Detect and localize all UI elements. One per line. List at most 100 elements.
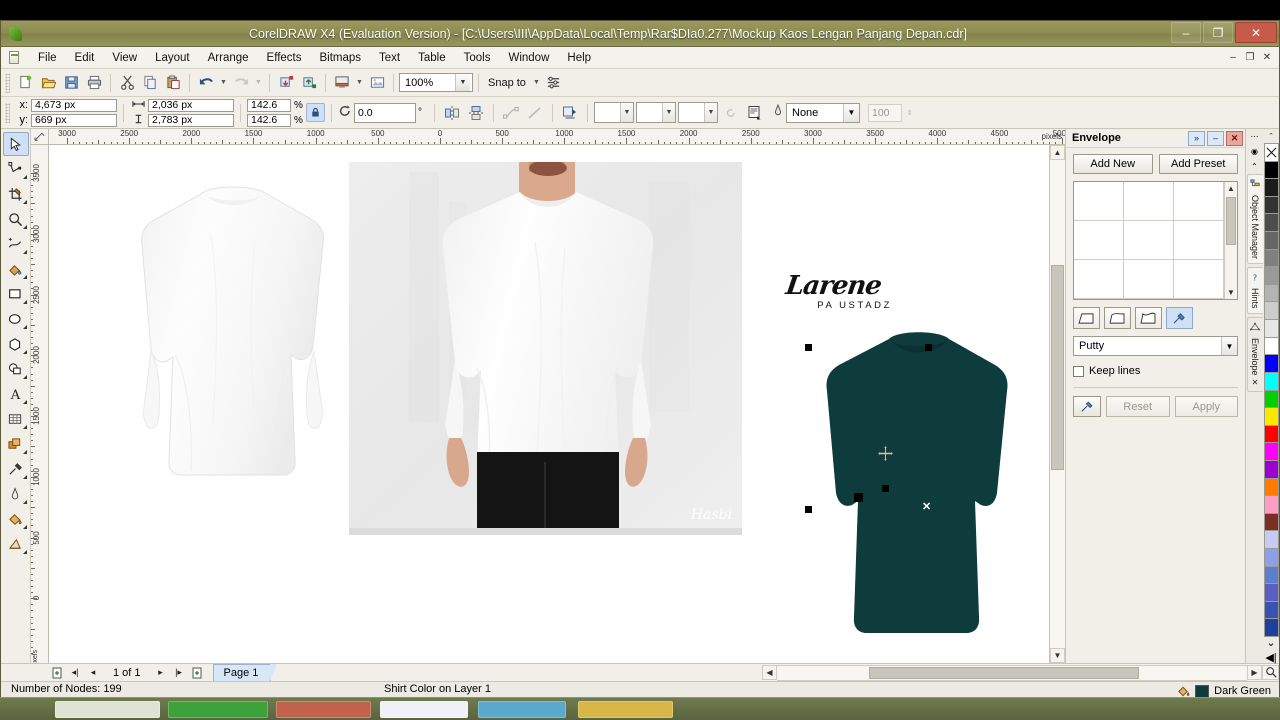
reset-button[interactable]: Reset (1106, 396, 1170, 417)
preset-cell[interactable] (1074, 221, 1124, 260)
pick-tool[interactable] (2, 132, 29, 156)
menu-tools[interactable]: Tools (455, 49, 500, 67)
corel-online-icon[interactable] (366, 72, 388, 94)
horizontal-scroll-track[interactable] (777, 664, 1247, 681)
options-icon[interactable] (543, 72, 565, 94)
envelope-preset-grid[interactable] (1074, 182, 1224, 299)
cut-icon[interactable] (116, 72, 138, 94)
menu-arrange[interactable]: Arrange (199, 49, 258, 67)
envelope-preset-list[interactable]: ▲ ▼ (1073, 181, 1238, 300)
palette-swatch[interactable] (1263, 213, 1279, 232)
palette-swatch[interactable] (1263, 477, 1279, 496)
palette-swatch[interactable] (1263, 231, 1279, 249)
palette-swatch[interactable] (1263, 301, 1279, 320)
outline-color-chevron-down-icon[interactable]: ▼ (620, 103, 633, 122)
width-field[interactable]: 2,036 px (148, 98, 234, 112)
palette-swatch[interactable] (1263, 530, 1279, 549)
rail-options-icon[interactable]: ⋯ (1247, 129, 1262, 144)
palette-scroll-up-icon[interactable]: ⌃ (1268, 129, 1274, 143)
blend-tool[interactable] (3, 432, 29, 456)
print-icon[interactable] (83, 72, 105, 94)
preset-cell[interactable] (1174, 221, 1224, 260)
smart-fill-tool[interactable] (3, 257, 29, 281)
rotation-field[interactable]: 0.0 (354, 102, 416, 123)
shirt-color-object[interactable] (807, 317, 1032, 647)
crop-tool[interactable] (3, 182, 29, 206)
keep-lines-checkbox[interactable] (1073, 365, 1084, 377)
doc-close-button[interactable]: ✕ (1259, 50, 1275, 66)
redo-icon[interactable] (230, 72, 252, 94)
duplicate-distance-icon[interactable] (720, 102, 742, 124)
fill-indicator-row[interactable]: Dark Green (1176, 684, 1271, 698)
docker-minimize-icon[interactable]: – (1207, 130, 1224, 146)
vertical-scrollbar[interactable]: ▲ ▼ (1049, 145, 1065, 663)
page-tab-1[interactable]: Page 1 (212, 664, 278, 681)
convert-outline-to-object-icon[interactable] (524, 102, 546, 124)
palette-swatch[interactable] (1263, 248, 1279, 267)
fill-color-chevron-down-icon[interactable]: ▼ (662, 103, 675, 122)
palette-swatch[interactable] (1263, 565, 1279, 584)
outline-width-combo[interactable]: None ▼ (786, 102, 860, 123)
wrap-offset-field[interactable]: 100 (868, 103, 902, 122)
mapping-mode-chevron-down-icon[interactable]: ▼ (1221, 337, 1237, 355)
preset-cell[interactable] (1124, 260, 1174, 299)
vertical-ruler[interactable]: 3500300025002000150010005000pixels (31, 145, 49, 663)
application-launcher-icon[interactable] (331, 72, 353, 94)
fill-tool[interactable] (3, 507, 29, 531)
add-preset-button[interactable]: Add Preset (1158, 154, 1238, 174)
preset-scroll-up-icon[interactable]: ▲ (1225, 182, 1237, 195)
scale-width-field[interactable]: 142.6 (247, 98, 291, 112)
taskbar-item[interactable] (578, 701, 673, 718)
polygon-tool[interactable] (3, 332, 29, 356)
application-launcher-dropdown-icon[interactable]: ▼ (354, 72, 365, 94)
rail-scroll-up-icon[interactable]: ⌃ (1247, 159, 1262, 174)
freehand-tool[interactable] (3, 232, 29, 256)
open-document-icon[interactable] (37, 72, 59, 94)
menu-layout[interactable]: Layout (146, 49, 199, 67)
save-document-icon[interactable] (60, 72, 82, 94)
convert-to-curves-icon[interactable] (500, 102, 522, 124)
ruler-origin-button[interactable] (31, 129, 49, 144)
eyedropper-tool[interactable] (3, 457, 29, 481)
palette-swatch[interactable] (1263, 143, 1279, 161)
import-icon[interactable] (275, 72, 297, 94)
palette-swatch[interactable] (1263, 583, 1279, 601)
mirror-horizontal-icon[interactable] (441, 102, 463, 124)
menu-edit[interactable]: Edit (66, 49, 104, 67)
hscroll-left-button[interactable]: ◀ (762, 664, 777, 680)
taskbar-item[interactable] (55, 701, 160, 718)
copy-icon[interactable] (139, 72, 161, 94)
palette-swatch[interactable] (1263, 618, 1279, 638)
menu-help[interactable]: Help (558, 49, 600, 67)
menu-window[interactable]: Window (499, 49, 558, 67)
drawing-canvas[interactable]: Hasbi Larene PA USTADZ ✕ (49, 145, 1049, 663)
add-page-after-icon[interactable] (189, 665, 205, 680)
taskbar-item[interactable] (168, 701, 268, 718)
snap-to-button[interactable]: Snap to (484, 77, 530, 89)
envelope-tab[interactable]: Envelope ✕ (1246, 316, 1263, 393)
outline-tool[interactable] (3, 482, 29, 506)
object-manager-tab[interactable]: Object Manager (1246, 174, 1263, 265)
palette-swatch[interactable] (1263, 160, 1279, 179)
first-page-button[interactable]: ◂| (67, 665, 83, 680)
palette-swatch[interactable] (1263, 512, 1279, 531)
envelope-eyedropper-button[interactable] (1073, 396, 1101, 417)
preset-scroll-down-icon[interactable]: ▼ (1225, 286, 1237, 299)
hints-tab[interactable]: ? Hints (1246, 267, 1263, 314)
palette-swatch[interactable] (1263, 319, 1279, 337)
envelope-unconstrained-mode-button[interactable] (1166, 307, 1193, 329)
ellipse-tool[interactable] (3, 307, 29, 331)
wrap-paragraph-text-icon[interactable] (559, 102, 581, 124)
mirror-vertical-icon[interactable] (465, 102, 487, 124)
palette-swatch[interactable] (1263, 266, 1279, 284)
menu-bitmaps[interactable]: Bitmaps (310, 49, 370, 67)
y-position-field[interactable]: 669 px (31, 113, 117, 127)
palette-swatch[interactable] (1263, 407, 1279, 425)
palette-swatch[interactable] (1263, 354, 1279, 372)
docker-expand-icon[interactable]: » (1188, 130, 1205, 146)
scroll-down-button[interactable]: ▼ (1050, 648, 1065, 663)
palette-swatch[interactable] (1263, 442, 1279, 460)
basic-shapes-tool[interactable] (3, 357, 29, 381)
envelope-tab-close-icon[interactable]: ✕ (1251, 378, 1260, 387)
palette-swatch[interactable] (1263, 548, 1279, 566)
